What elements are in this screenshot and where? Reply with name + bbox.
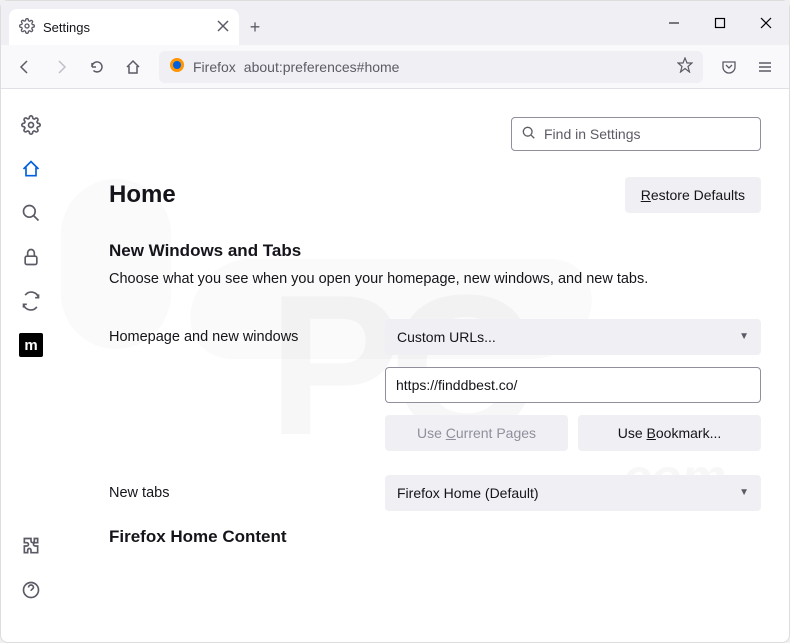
use-bookmark-button[interactable]: Use Bookmark...	[578, 415, 761, 451]
browser-tab-settings[interactable]: Settings	[9, 9, 239, 45]
homepage-mode-select[interactable]: Custom URLs... ▼	[385, 319, 761, 355]
section-description: Choose what you see when you open your h…	[109, 269, 761, 291]
app-menu-button[interactable]	[749, 51, 781, 83]
newtabs-mode-select[interactable]: Firefox Home (Default) ▼	[385, 475, 761, 511]
search-placeholder: Find in Settings	[544, 126, 641, 142]
newtabs-label: New tabs	[109, 485, 369, 501]
back-button[interactable]	[9, 51, 41, 83]
settings-main-panel: Find in Settings Home Restore Defaults N…	[61, 89, 789, 642]
section-title-home-content: Firefox Home Content	[109, 527, 761, 547]
minimize-button[interactable]	[651, 1, 697, 45]
reload-button[interactable]	[81, 51, 113, 83]
sidebar-item-privacy[interactable]	[19, 245, 43, 269]
settings-search-input[interactable]: Find in Settings	[511, 117, 761, 151]
gear-icon	[19, 18, 35, 37]
url-bar[interactable]: Firefox about:preferences#home	[159, 51, 703, 83]
select-value: Custom URLs...	[397, 329, 496, 345]
maximize-button[interactable]	[697, 1, 743, 45]
sidebar-item-extensions[interactable]	[19, 534, 43, 558]
search-icon	[522, 126, 536, 143]
close-tab-icon[interactable]	[217, 20, 229, 35]
restore-defaults-button[interactable]: Restore Defaults	[625, 177, 761, 213]
bookmark-star-icon[interactable]	[677, 57, 693, 76]
page-title: Home	[109, 181, 176, 209]
url-prefix: Firefox	[193, 59, 236, 75]
sidebar-item-search[interactable]	[19, 201, 43, 225]
section-title-new-windows: New Windows and Tabs	[109, 241, 761, 261]
settings-sidebar: m	[1, 89, 61, 642]
firefox-logo-icon	[169, 57, 185, 76]
home-button[interactable]	[117, 51, 149, 83]
sidebar-item-help[interactable]	[19, 578, 43, 602]
content-area: PC .com m	[1, 89, 789, 642]
navigation-toolbar: Firefox about:preferences#home	[1, 45, 789, 89]
sidebar-item-mozilla[interactable]: m	[19, 333, 43, 357]
title-bar: Settings +	[1, 1, 789, 45]
sidebar-item-home[interactable]	[19, 157, 43, 181]
mozilla-m-icon: m	[24, 337, 37, 354]
plus-icon: +	[250, 17, 261, 38]
close-window-button[interactable]	[743, 1, 789, 45]
window-controls	[651, 1, 789, 45]
forward-button[interactable]	[45, 51, 77, 83]
sidebar-item-sync[interactable]	[19, 289, 43, 313]
chevron-down-icon: ▼	[739, 487, 749, 498]
use-current-pages-button[interactable]: Use Current Pages	[385, 415, 568, 451]
select-value: Firefox Home (Default)	[397, 485, 539, 501]
homepage-url-input[interactable]	[385, 367, 761, 403]
tab-title: Settings	[43, 20, 90, 35]
homepage-label: Homepage and new windows	[109, 329, 369, 345]
sidebar-item-general[interactable]	[19, 113, 43, 137]
pocket-button[interactable]	[713, 51, 745, 83]
url-address: about:preferences#home	[244, 59, 400, 75]
chevron-down-icon: ▼	[739, 331, 749, 342]
new-tab-button[interactable]: +	[239, 9, 271, 45]
